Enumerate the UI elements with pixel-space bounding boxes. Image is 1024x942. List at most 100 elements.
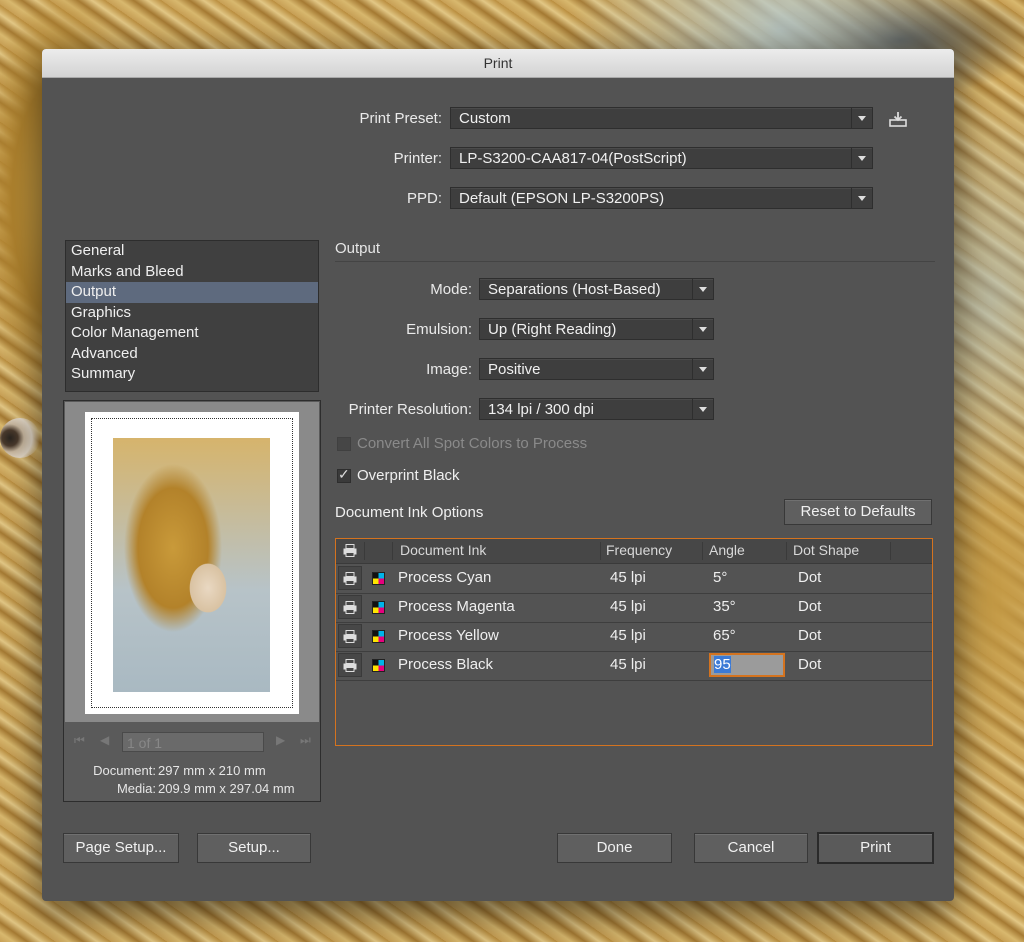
- chevron-down-icon: [692, 359, 713, 379]
- ink-angle[interactable]: 65°: [713, 627, 736, 644]
- ink-frequency[interactable]: 45 lpi: [610, 627, 646, 644]
- window-title: Print: [42, 49, 954, 78]
- ink-angle-selected-text: 95: [714, 656, 731, 673]
- column-header-angle[interactable]: Angle: [709, 542, 745, 558]
- table-row[interactable]: Process Black 45 lpi 95 Dot: [336, 651, 932, 681]
- process-color-icon: [372, 630, 385, 643]
- print-ink-toggle[interactable]: [338, 653, 362, 677]
- media-size-label: Media:: [116, 781, 156, 796]
- convert-spot-checkbox[interactable]: [337, 437, 351, 451]
- ink-dot-shape[interactable]: Dot: [798, 598, 821, 615]
- print-ink-toggle[interactable]: [338, 595, 362, 619]
- convert-spot-label: Convert All Spot Colors to Process: [357, 435, 588, 452]
- printer-label: Printer:: [393, 150, 442, 167]
- overprint-black-checkbox[interactable]: [337, 466, 351, 483]
- mode-label: Mode:: [430, 281, 472, 298]
- print-button[interactable]: Print: [817, 832, 934, 864]
- chevron-down-icon: [692, 319, 713, 339]
- chevron-down-icon: [692, 279, 713, 299]
- ink-frequency[interactable]: 45 lpi: [610, 656, 646, 673]
- ink-dot-shape[interactable]: Dot: [798, 569, 821, 586]
- print-preset-dropdown[interactable]: Custom: [450, 107, 873, 129]
- printer-icon: [343, 601, 357, 614]
- image-value: Positive: [488, 361, 541, 378]
- ppd-label: PPD:: [406, 190, 442, 207]
- printer-icon: [343, 659, 357, 672]
- column-header-document-ink[interactable]: Document Ink: [400, 542, 486, 558]
- ink-angle[interactable]: 35°: [713, 598, 736, 615]
- emulsion-label: Emulsion:: [406, 321, 472, 338]
- ink-dot-shape[interactable]: Dot: [798, 656, 821, 673]
- first-page-icon[interactable]: ⏮: [74, 733, 85, 748]
- page-navigator: ⏮ ◀ 1 of 1 ▶ ⏭: [64, 730, 320, 754]
- sidebar-item-graphics[interactable]: Graphics: [66, 303, 318, 324]
- preview-area: [65, 402, 319, 722]
- previous-page-icon[interactable]: ◀: [100, 733, 109, 747]
- printer-icon: [343, 630, 357, 643]
- sidebar-item-advanced[interactable]: Advanced: [66, 344, 318, 365]
- ppd-value: Default (EPSON LP-S3200PS): [459, 190, 665, 207]
- ink-table: Document Ink Frequency Angle Dot Shape P…: [335, 538, 933, 746]
- print-preset-value: Custom: [459, 110, 511, 127]
- sidebar-item-output[interactable]: Output: [66, 282, 318, 303]
- done-button[interactable]: Done: [557, 833, 672, 863]
- ink-name: Process Black: [398, 656, 494, 673]
- reset-to-defaults-button[interactable]: Reset to Defaults: [784, 499, 932, 525]
- document-size-value: 297 mm x 210 mm: [158, 763, 266, 778]
- process-color-icon: [372, 572, 385, 585]
- ppd-dropdown[interactable]: Default (EPSON LP-S3200PS): [450, 187, 873, 209]
- save-preset-icon[interactable]: [889, 111, 907, 127]
- mode-value: Separations (Host-Based): [488, 281, 661, 298]
- table-row[interactable]: Process Yellow 45 lpi 65° Dot: [336, 622, 932, 652]
- ink-angle[interactable]: 5°: [713, 569, 727, 586]
- cancel-button[interactable]: Cancel: [694, 833, 808, 863]
- preview-artwork-image: [113, 438, 270, 692]
- ink-name: Process Magenta: [398, 598, 515, 615]
- printer-resolution-value: 134 lpi / 300 dpi: [488, 401, 594, 418]
- ink-frequency[interactable]: 45 lpi: [610, 598, 646, 615]
- page-number-field[interactable]: 1 of 1: [122, 732, 264, 752]
- chevron-down-icon: [692, 399, 713, 419]
- ink-table-header: Document Ink Frequency Angle Dot Shape: [336, 539, 932, 564]
- chevron-down-icon: [851, 148, 872, 168]
- column-header-dot-shape[interactable]: Dot Shape: [793, 542, 859, 558]
- printer-dropdown[interactable]: LP-S3200-CAA817-04(PostScript): [450, 147, 873, 169]
- ink-frequency[interactable]: 45 lpi: [610, 569, 646, 586]
- print-ink-toggle[interactable]: [338, 624, 362, 648]
- process-color-icon: [372, 601, 385, 614]
- image-dropdown[interactable]: Positive: [479, 358, 714, 380]
- setup-button[interactable]: Setup...: [197, 833, 311, 863]
- output-section-title: Output: [335, 240, 381, 257]
- page-setup-button[interactable]: Page Setup...: [63, 833, 179, 863]
- print-preset-label: Print Preset:: [359, 110, 442, 127]
- chevron-down-icon: [851, 108, 872, 128]
- sidebar-item-general[interactable]: General: [66, 241, 318, 262]
- column-header-frequency[interactable]: Frequency: [606, 542, 672, 558]
- printer-resolution-dropdown[interactable]: 134 lpi / 300 dpi: [479, 398, 714, 420]
- ink-angle-input[interactable]: 95: [709, 653, 785, 677]
- chevron-down-icon: [851, 188, 872, 208]
- print-ink-toggle[interactable]: [338, 566, 362, 590]
- ink-dot-shape[interactable]: Dot: [798, 627, 821, 644]
- mode-dropdown[interactable]: Separations (Host-Based): [479, 278, 714, 300]
- next-page-icon[interactable]: ▶: [276, 733, 285, 747]
- sidebar-item-summary[interactable]: Summary: [66, 364, 318, 385]
- table-row[interactable]: Process Magenta 45 lpi 35° Dot: [336, 593, 932, 623]
- emulsion-dropdown[interactable]: Up (Right Reading): [479, 318, 714, 340]
- printer-icon: [343, 572, 357, 585]
- printer-resolution-label: Printer Resolution:: [348, 401, 472, 418]
- background-eye: [0, 418, 40, 458]
- sidebar-item-marks-and-bleed[interactable]: Marks and Bleed: [66, 262, 318, 283]
- print-preview-panel: ⏮ ◀ 1 of 1 ▶ ⏭ Document: 297 mm x 210 mm…: [63, 400, 321, 802]
- table-row[interactable]: Process Cyan 45 lpi 5° Dot: [336, 564, 932, 594]
- image-label: Image:: [426, 361, 472, 378]
- document-ink-options-title: Document Ink Options: [335, 504, 484, 521]
- print-dialog: Print Print Preset: Custom Printer: LP-S…: [42, 49, 954, 901]
- ink-name: Process Yellow: [398, 627, 499, 644]
- sidebar-item-color-management[interactable]: Color Management: [66, 323, 318, 344]
- emulsion-value: Up (Right Reading): [488, 321, 617, 338]
- section-divider: [335, 261, 935, 262]
- last-page-icon[interactable]: ⏭: [300, 733, 311, 748]
- ink-name: Process Cyan: [398, 569, 492, 586]
- document-size-label: Document:: [93, 763, 156, 778]
